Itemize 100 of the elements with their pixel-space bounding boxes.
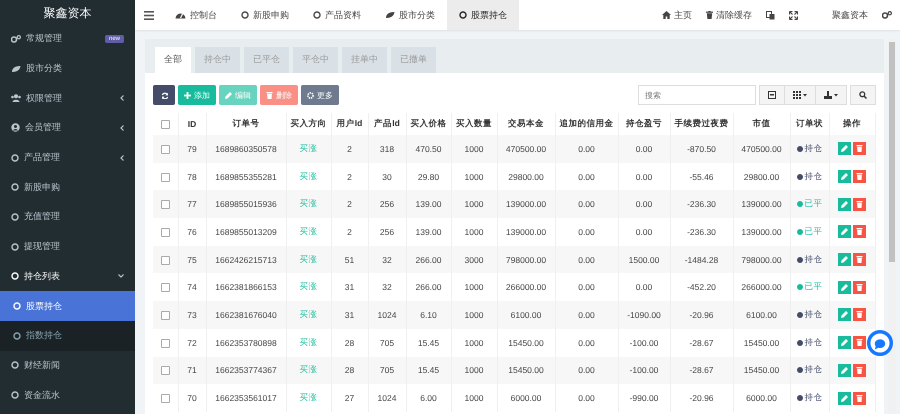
nav-tab[interactable]: 新股申购 [229,0,301,30]
delete-button[interactable] [853,392,866,405]
table-cell: 71 [178,356,206,384]
gears-icon [11,34,21,43]
edit-button[interactable] [838,364,851,377]
status-text: 已平 [804,281,822,294]
search-button[interactable] [850,85,876,105]
table-cell: 0.00 [555,190,618,218]
delete-button[interactable] [853,142,866,156]
nav-tab[interactable]: 产品资料 [301,0,373,30]
pencil-icon [841,256,848,264]
table-cell: 6100.00 [497,301,555,329]
delete-button[interactable] [853,280,866,294]
delete-button[interactable] [853,170,866,184]
nav-tab[interactable]: 股市分类 [373,0,447,30]
home-icon [662,11,671,19]
edit-button[interactable] [838,308,851,322]
columns-dropdown-button[interactable] [784,85,815,105]
more-button[interactable]: 更多 [301,85,339,105]
fullscreen-icon[interactable] [789,10,798,20]
table-cell: -28.67 [670,356,733,384]
row-checkbox[interactable] [160,338,170,348]
table-cell: 1689855015936 [206,190,286,218]
row-checkbox[interactable] [160,200,170,210]
trash-icon [266,92,273,98]
sidebar-item[interactable]: 产品管理 [0,142,135,172]
edit-button[interactable] [838,170,851,184]
sidebar-subitem[interactable]: 股票持仓 [0,291,135,321]
sidebar-item[interactable]: 提现管理 [0,232,135,262]
trash-icon [856,145,863,152]
table-cell: 买涨 [286,356,331,384]
nav-tab[interactable]: 控制台 [163,0,229,30]
delete-button[interactable] [853,253,866,266]
export-caret-icon [824,91,838,99]
edit-button[interactable] [838,392,851,405]
circle-icon [13,302,21,310]
edit-button[interactable] [838,225,851,238]
toggle-view-button[interactable] [759,85,784,105]
sidebar-item[interactable]: 新股申购 [0,172,135,202]
delete-button[interactable] [853,364,866,377]
nav-tab[interactable]: 股票持仓 [447,0,519,30]
table-cell: 70 [178,384,206,412]
circle-icon [313,11,321,19]
row-checkbox[interactable] [160,228,170,238]
trash-icon [856,366,863,374]
gears-icon[interactable] [882,11,892,19]
sidebar-item[interactable]: 资金流水 [0,380,135,410]
table-cell: 27 [331,384,368,412]
table-cell: 318 [368,135,406,163]
sidebar-item[interactable]: 充值管理 [0,202,135,232]
delete-button[interactable] [853,198,866,211]
table-cell: -236.30 [670,190,733,218]
row-checkbox[interactable] [160,144,170,154]
sidebar-item[interactable]: 持仓列表 [0,262,135,292]
sidebar-item[interactable]: 财经新闻 [0,350,135,380]
select-all-checkbox[interactable] [160,120,170,130]
scrollbar[interactable] [888,39,896,414]
table-cell: 0.00 [555,301,618,329]
pencil-icon [841,284,848,291]
row-checkbox[interactable] [160,256,170,265]
pencil-icon [841,394,848,402]
edit-button[interactable] [838,198,851,211]
delete-button[interactable] [853,336,866,350]
nav-link[interactable]: 清除缓存 [706,8,752,22]
row-checkbox[interactable] [160,311,170,320]
filter-tab[interactable]: 全部 [155,47,191,73]
pencil-icon [841,366,848,374]
sidebar-item[interactable]: 权限管理 [0,83,135,114]
status-text: 持仓 [804,364,822,376]
table-cell: 买涨 [286,246,331,274]
row-checkbox[interactable] [160,172,170,182]
table-cell: 15450.00 [497,356,555,384]
nav-link[interactable]: 聚鑫资本 [832,8,868,22]
row-checkbox[interactable] [160,283,170,292]
table-cell: 0.00 [618,190,670,218]
edit-button[interactable] [838,142,851,156]
table-cell: 1000 [451,384,497,412]
table-cell: 1662353774367 [206,356,286,384]
table-cell: 256 [368,190,406,218]
sidebar-item[interactable]: 股市分类 [0,54,135,84]
table-cell: 1662353561017 [206,384,286,412]
trash-icon [856,394,863,402]
delete-button[interactable] [853,225,866,238]
table-cell: 0.00 [555,135,618,163]
edit-button[interactable] [838,280,851,294]
table-cell: 139.00 [406,190,451,218]
row-checkbox[interactable] [160,394,170,404]
export-dropdown-button[interactable] [815,85,847,105]
nav-link[interactable]: 主页 [662,8,692,22]
search-field[interactable]: 搜索 [638,85,756,105]
row-checkbox[interactable] [160,366,170,376]
delete-button[interactable] [853,308,866,322]
sidebar-item[interactable]: 会员管理 [0,113,135,143]
sidebar-subitem[interactable]: 指数持仓 [0,320,135,351]
refresh-button[interactable] [153,85,175,105]
translate-icon[interactable] [766,10,775,20]
table-cell: 75 [178,246,206,274]
edit-button[interactable] [838,253,851,266]
edit-button[interactable] [838,336,851,350]
chat-bubble-icon[interactable] [867,330,893,356]
